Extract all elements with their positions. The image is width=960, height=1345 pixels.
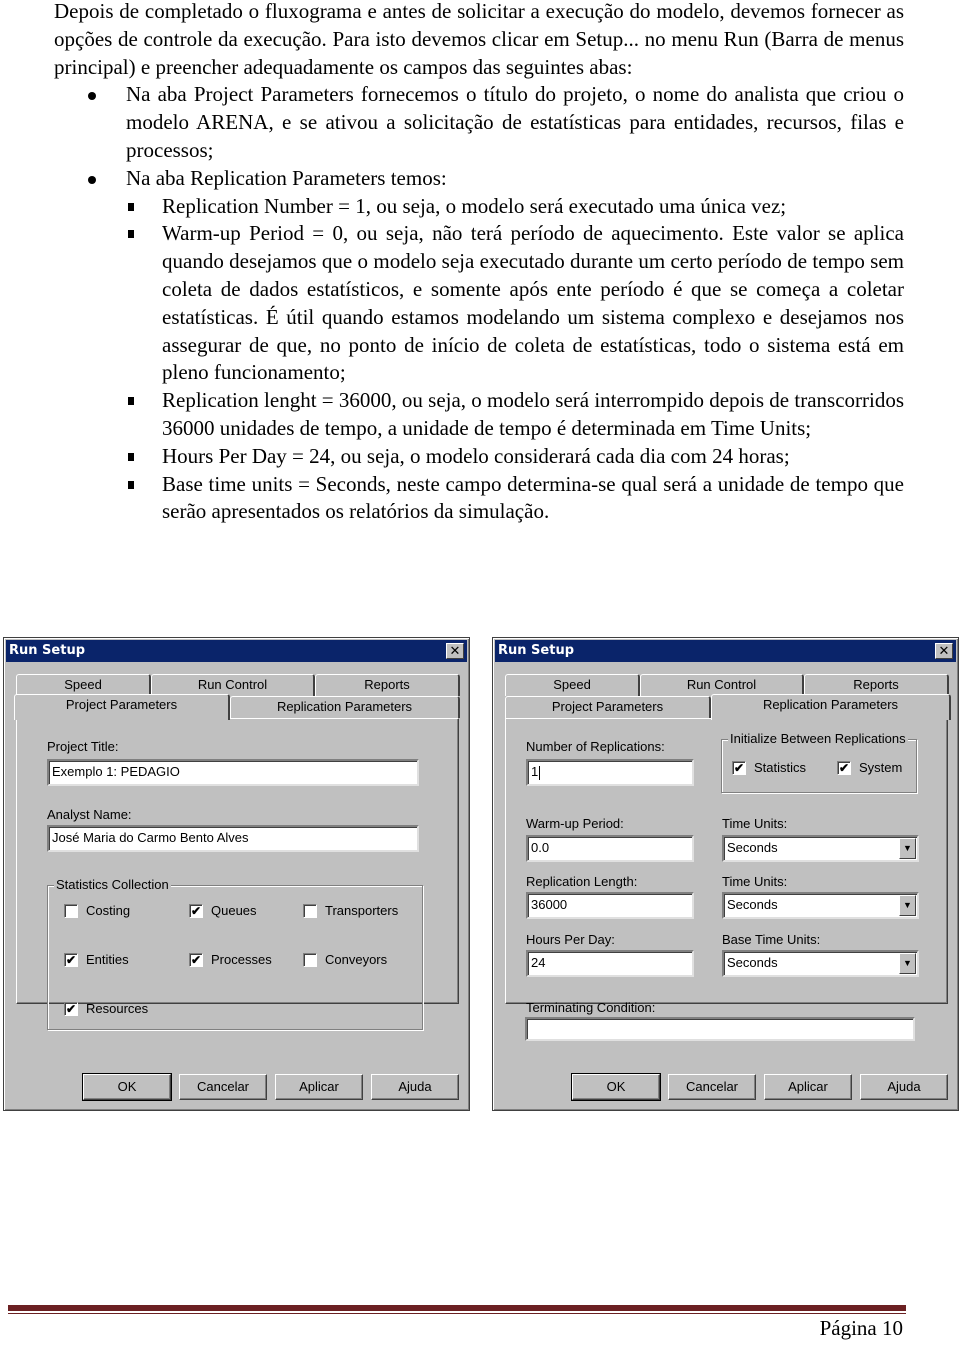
terminating-condition-input[interactable] xyxy=(525,1017,915,1041)
ok-button[interactable]: OK xyxy=(82,1073,172,1101)
check-icon[interactable]: ✔ xyxy=(189,903,203,918)
footer-rule xyxy=(8,1305,906,1311)
bullet-dot-icon xyxy=(88,92,96,101)
replication-length-label: Replication Length: xyxy=(526,874,638,889)
warmup-time-units-label: Time Units: xyxy=(722,816,788,831)
replication-length-input[interactable]: 36000 xyxy=(526,892,694,919)
warmup-period-label: Warm-up Period: xyxy=(526,816,624,831)
project-parameters-panel: Project Title: Exemplo 1: PEDAGIO Analys… xyxy=(16,718,459,1030)
check-icon[interactable]: ✔ xyxy=(64,952,78,967)
run-setup-dialog-replication: Run Setup ✕ Speed Run Control Reports Pr… xyxy=(492,637,959,1111)
project-title-label: Project Title: xyxy=(47,739,119,754)
statistics-collection-label: Statistics Collection xyxy=(54,877,171,892)
checkbox-entities[interactable]: ✔ Entities xyxy=(64,952,129,967)
text-caret xyxy=(539,765,541,780)
sub-bullet-hours-per-day: Hours Per Day = 24, ou seja, o modelo co… xyxy=(54,443,904,471)
checkbox-box[interactable] xyxy=(303,903,317,918)
run-setup-dialog-project: Run Setup ✕ Speed Run Control Reports Pr… xyxy=(3,637,470,1111)
sub-bullet-replication-length: Replication lenght = 36000, ou seja, o m… xyxy=(54,387,904,443)
apply-button[interactable]: Aplicar xyxy=(275,1074,363,1100)
cancel-button[interactable]: Cancelar xyxy=(179,1074,267,1100)
sub-bullet-base-time-units: Base time units = Seconds, neste campo d… xyxy=(54,471,904,527)
help-button[interactable]: Ajuda xyxy=(860,1074,948,1100)
chevron-down-icon[interactable]: ▼ xyxy=(899,838,916,859)
dialog-titlebar[interactable]: Run Setup ✕ xyxy=(495,640,956,662)
replication-parameters-panel: Number of Replications: 1 Initialize Bet… xyxy=(505,718,948,1015)
tab-replication-parameters[interactable]: Replication Parameters xyxy=(711,694,951,720)
tab-speed[interactable]: Speed xyxy=(16,674,151,696)
sub-bullet-list: Replication Number = 1, ou seja, o model… xyxy=(54,193,904,527)
replication-length-time-units-label: Time Units: xyxy=(722,874,788,889)
check-icon[interactable]: ✔ xyxy=(732,760,746,775)
warmup-time-units-select[interactable]: Seconds ▼ xyxy=(722,835,919,862)
close-icon[interactable]: ✕ xyxy=(935,643,953,659)
initialize-between-replications-group: Initialize Between Replications ✔ Statist… xyxy=(721,731,917,793)
square-bullet-icon xyxy=(128,480,134,489)
ok-button[interactable]: OK xyxy=(571,1073,661,1101)
tab-run-control[interactable]: Run Control xyxy=(151,674,315,696)
bullet-list: Na aba Project Parameters fornecemos o t… xyxy=(54,81,904,526)
checkbox-statistics[interactable]: ✔ Statistics xyxy=(732,760,806,775)
square-bullet-icon xyxy=(128,202,134,211)
checkbox-processes[interactable]: ✔ Processes xyxy=(189,952,272,967)
dialog-titlebar[interactable]: Run Setup ✕ xyxy=(6,640,467,662)
checkbox-costing[interactable]: Costing xyxy=(64,903,130,918)
bullet-project-parameters: Na aba Project Parameters fornecemos o t… xyxy=(54,81,904,164)
replication-length-time-units-select[interactable]: Seconds ▼ xyxy=(722,892,919,919)
cancel-button[interactable]: Cancelar xyxy=(668,1074,756,1100)
num-replications-label: Number of Replications: xyxy=(526,739,665,754)
page-number: Página 10 xyxy=(819,1316,903,1340)
checkbox-box[interactable] xyxy=(64,903,78,918)
tab-speed[interactable]: Speed xyxy=(505,674,640,696)
tab-reports[interactable]: Reports xyxy=(315,674,460,696)
sub-bullet-replication-number: Replication Number = 1, ou seja, o model… xyxy=(54,193,904,221)
tab-run-control[interactable]: Run Control xyxy=(640,674,804,696)
checkbox-queues[interactable]: ✔ Queues xyxy=(189,903,257,918)
analyst-name-input[interactable]: José Maria do Carmo Bento Alves xyxy=(47,825,419,852)
footer-rule-thin xyxy=(8,1313,906,1314)
base-time-units-label: Base Time Units: xyxy=(722,932,821,947)
tab-replication-parameters[interactable]: Replication Parameters xyxy=(230,696,460,718)
hours-per-day-label: Hours Per Day: xyxy=(526,932,615,947)
bullet-dot-icon xyxy=(88,175,96,184)
apply-button[interactable]: Aplicar xyxy=(764,1074,852,1100)
square-bullet-icon xyxy=(128,230,134,239)
square-bullet-icon xyxy=(128,452,134,461)
chevron-down-icon[interactable]: ▼ xyxy=(899,953,916,974)
initialize-group-label: Initialize Between Replications xyxy=(728,731,908,746)
chevron-down-icon[interactable]: ▼ xyxy=(899,895,916,916)
sub-bullet-warmup-period: Warm-up Period = 0, ou seja, não terá pe… xyxy=(54,220,904,387)
check-icon[interactable]: ✔ xyxy=(64,1001,78,1016)
tab-reports[interactable]: Reports xyxy=(804,674,949,696)
bullet-replication-parameters: Na aba Replication Parameters temos: Rep… xyxy=(54,165,904,526)
statistics-collection-group: Statistics Collection Costing ✔ Queues Tr… xyxy=(47,877,423,1030)
hours-per-day-input[interactable]: 24 xyxy=(526,950,694,977)
help-button[interactable]: Ajuda xyxy=(371,1074,459,1100)
document-body: Depois de completado o fluxograma e ante… xyxy=(54,0,904,526)
tab-project-parameters[interactable]: Project Parameters xyxy=(505,696,711,718)
warmup-period-input[interactable]: 0.0 xyxy=(526,835,694,862)
tab-project-parameters[interactable]: Project Parameters xyxy=(14,694,230,720)
intro-paragraph: Depois de completado o fluxograma e ante… xyxy=(54,0,904,79)
analyst-name-label: Analyst Name: xyxy=(47,807,132,822)
project-title-input[interactable]: Exemplo 1: PEDAGIO xyxy=(47,759,419,786)
checkbox-system[interactable]: ✔ System xyxy=(837,760,902,775)
check-icon[interactable]: ✔ xyxy=(189,952,203,967)
checkbox-transporters[interactable]: Transporters xyxy=(303,903,398,918)
terminating-condition-label: Terminating Condition: xyxy=(526,1000,656,1015)
num-replications-input[interactable]: 1 xyxy=(526,759,694,786)
base-time-units-select[interactable]: Seconds ▼ xyxy=(722,950,919,977)
check-icon[interactable]: ✔ xyxy=(837,760,851,775)
checkbox-box[interactable] xyxy=(303,952,317,967)
checkbox-resources[interactable]: ✔ Resources xyxy=(64,1001,148,1016)
square-bullet-icon xyxy=(128,397,134,406)
close-icon[interactable]: ✕ xyxy=(446,643,464,659)
checkbox-conveyors[interactable]: Conveyors xyxy=(303,952,387,967)
